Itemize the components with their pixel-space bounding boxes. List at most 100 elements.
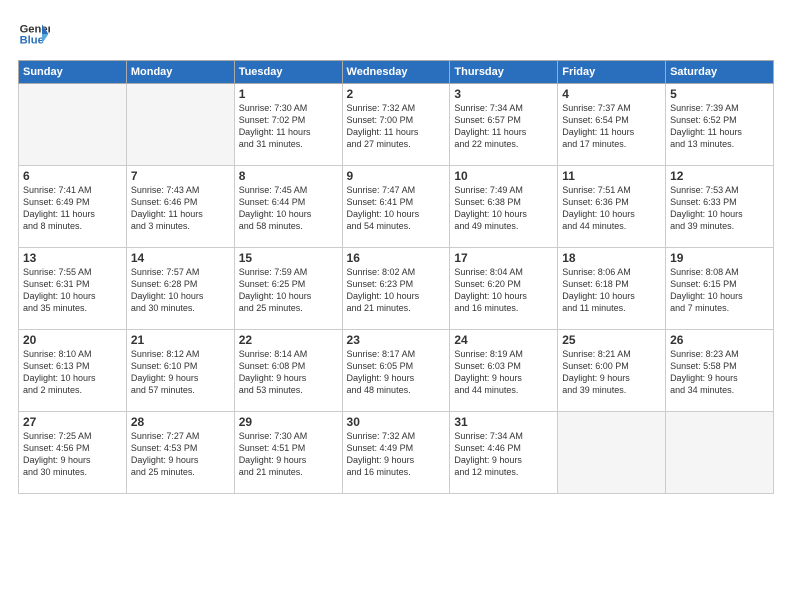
calendar-cell: 7Sunrise: 7:43 AM Sunset: 6:46 PM Daylig… (126, 166, 234, 248)
day-info: Sunrise: 7:30 AM Sunset: 7:02 PM Dayligh… (239, 102, 338, 151)
calendar-cell: 3Sunrise: 7:34 AM Sunset: 6:57 PM Daylig… (450, 84, 558, 166)
day-number: 9 (347, 169, 446, 183)
day-number: 6 (23, 169, 122, 183)
calendar-cell: 12Sunrise: 7:53 AM Sunset: 6:33 PM Dayli… (666, 166, 774, 248)
day-number: 31 (454, 415, 553, 429)
day-info: Sunrise: 7:30 AM Sunset: 4:51 PM Dayligh… (239, 430, 338, 479)
day-number: 24 (454, 333, 553, 347)
day-number: 27 (23, 415, 122, 429)
calendar-cell: 2Sunrise: 7:32 AM Sunset: 7:00 PM Daylig… (342, 84, 450, 166)
calendar-cell: 20Sunrise: 8:10 AM Sunset: 6:13 PM Dayli… (19, 330, 127, 412)
calendar-cell: 16Sunrise: 8:02 AM Sunset: 6:23 PM Dayli… (342, 248, 450, 330)
day-info: Sunrise: 7:57 AM Sunset: 6:28 PM Dayligh… (131, 266, 230, 315)
weekday-header-tuesday: Tuesday (234, 61, 342, 84)
calendar-cell: 24Sunrise: 8:19 AM Sunset: 6:03 PM Dayli… (450, 330, 558, 412)
day-number: 2 (347, 87, 446, 101)
day-info: Sunrise: 8:14 AM Sunset: 6:08 PM Dayligh… (239, 348, 338, 397)
weekday-header-friday: Friday (558, 61, 666, 84)
day-number: 22 (239, 333, 338, 347)
day-number: 7 (131, 169, 230, 183)
day-number: 30 (347, 415, 446, 429)
day-number: 3 (454, 87, 553, 101)
day-info: Sunrise: 8:04 AM Sunset: 6:20 PM Dayligh… (454, 266, 553, 315)
day-number: 16 (347, 251, 446, 265)
day-info: Sunrise: 7:51 AM Sunset: 6:36 PM Dayligh… (562, 184, 661, 233)
day-number: 13 (23, 251, 122, 265)
day-number: 1 (239, 87, 338, 101)
calendar-cell: 13Sunrise: 7:55 AM Sunset: 6:31 PM Dayli… (19, 248, 127, 330)
week-row-4: 20Sunrise: 8:10 AM Sunset: 6:13 PM Dayli… (19, 330, 774, 412)
day-number: 5 (670, 87, 769, 101)
day-info: Sunrise: 8:21 AM Sunset: 6:00 PM Dayligh… (562, 348, 661, 397)
day-number: 28 (131, 415, 230, 429)
calendar-cell (666, 412, 774, 494)
calendar-cell: 6Sunrise: 7:41 AM Sunset: 6:49 PM Daylig… (19, 166, 127, 248)
week-row-5: 27Sunrise: 7:25 AM Sunset: 4:56 PM Dayli… (19, 412, 774, 494)
day-number: 8 (239, 169, 338, 183)
calendar-cell: 17Sunrise: 8:04 AM Sunset: 6:20 PM Dayli… (450, 248, 558, 330)
day-info: Sunrise: 7:25 AM Sunset: 4:56 PM Dayligh… (23, 430, 122, 479)
calendar-cell: 14Sunrise: 7:57 AM Sunset: 6:28 PM Dayli… (126, 248, 234, 330)
calendar-cell: 22Sunrise: 8:14 AM Sunset: 6:08 PM Dayli… (234, 330, 342, 412)
svg-text:Blue: Blue (20, 35, 44, 47)
weekday-header-row: SundayMondayTuesdayWednesdayThursdayFrid… (19, 61, 774, 84)
day-info: Sunrise: 7:37 AM Sunset: 6:54 PM Dayligh… (562, 102, 661, 151)
day-number: 23 (347, 333, 446, 347)
calendar-cell: 26Sunrise: 8:23 AM Sunset: 5:58 PM Dayli… (666, 330, 774, 412)
day-info: Sunrise: 7:59 AM Sunset: 6:25 PM Dayligh… (239, 266, 338, 315)
day-info: Sunrise: 8:10 AM Sunset: 6:13 PM Dayligh… (23, 348, 122, 397)
calendar-cell: 23Sunrise: 8:17 AM Sunset: 6:05 PM Dayli… (342, 330, 450, 412)
day-number: 14 (131, 251, 230, 265)
day-info: Sunrise: 7:43 AM Sunset: 6:46 PM Dayligh… (131, 184, 230, 233)
header: General Blue (18, 18, 774, 50)
day-number: 25 (562, 333, 661, 347)
page: General Blue SundayMondayTuesdayWednesda… (0, 0, 792, 612)
week-row-2: 6Sunrise: 7:41 AM Sunset: 6:49 PM Daylig… (19, 166, 774, 248)
day-info: Sunrise: 7:32 AM Sunset: 4:49 PM Dayligh… (347, 430, 446, 479)
day-number: 10 (454, 169, 553, 183)
calendar-cell: 27Sunrise: 7:25 AM Sunset: 4:56 PM Dayli… (19, 412, 127, 494)
day-number: 19 (670, 251, 769, 265)
day-info: Sunrise: 7:34 AM Sunset: 4:46 PM Dayligh… (454, 430, 553, 479)
day-info: Sunrise: 7:55 AM Sunset: 6:31 PM Dayligh… (23, 266, 122, 315)
day-number: 20 (23, 333, 122, 347)
calendar-cell: 4Sunrise: 7:37 AM Sunset: 6:54 PM Daylig… (558, 84, 666, 166)
calendar-cell (19, 84, 127, 166)
calendar-cell (558, 412, 666, 494)
day-info: Sunrise: 7:53 AM Sunset: 6:33 PM Dayligh… (670, 184, 769, 233)
logo-icon: General Blue (18, 18, 50, 50)
day-info: Sunrise: 7:49 AM Sunset: 6:38 PM Dayligh… (454, 184, 553, 233)
calendar-cell: 18Sunrise: 8:06 AM Sunset: 6:18 PM Dayli… (558, 248, 666, 330)
day-info: Sunrise: 8:12 AM Sunset: 6:10 PM Dayligh… (131, 348, 230, 397)
day-number: 29 (239, 415, 338, 429)
day-number: 21 (131, 333, 230, 347)
day-info: Sunrise: 7:45 AM Sunset: 6:44 PM Dayligh… (239, 184, 338, 233)
calendar-cell (126, 84, 234, 166)
calendar-cell: 5Sunrise: 7:39 AM Sunset: 6:52 PM Daylig… (666, 84, 774, 166)
day-number: 18 (562, 251, 661, 265)
day-info: Sunrise: 8:08 AM Sunset: 6:15 PM Dayligh… (670, 266, 769, 315)
day-number: 11 (562, 169, 661, 183)
day-info: Sunrise: 7:34 AM Sunset: 6:57 PM Dayligh… (454, 102, 553, 151)
calendar-cell: 25Sunrise: 8:21 AM Sunset: 6:00 PM Dayli… (558, 330, 666, 412)
weekday-header-monday: Monday (126, 61, 234, 84)
calendar-cell: 19Sunrise: 8:08 AM Sunset: 6:15 PM Dayli… (666, 248, 774, 330)
calendar-cell: 8Sunrise: 7:45 AM Sunset: 6:44 PM Daylig… (234, 166, 342, 248)
day-number: 26 (670, 333, 769, 347)
calendar-cell: 21Sunrise: 8:12 AM Sunset: 6:10 PM Dayli… (126, 330, 234, 412)
week-row-3: 13Sunrise: 7:55 AM Sunset: 6:31 PM Dayli… (19, 248, 774, 330)
day-info: Sunrise: 7:27 AM Sunset: 4:53 PM Dayligh… (131, 430, 230, 479)
day-info: Sunrise: 8:17 AM Sunset: 6:05 PM Dayligh… (347, 348, 446, 397)
day-info: Sunrise: 7:32 AM Sunset: 7:00 PM Dayligh… (347, 102, 446, 151)
logo: General Blue (18, 18, 50, 50)
calendar-cell: 10Sunrise: 7:49 AM Sunset: 6:38 PM Dayli… (450, 166, 558, 248)
week-row-1: 1Sunrise: 7:30 AM Sunset: 7:02 PM Daylig… (19, 84, 774, 166)
weekday-header-wednesday: Wednesday (342, 61, 450, 84)
calendar-cell: 28Sunrise: 7:27 AM Sunset: 4:53 PM Dayli… (126, 412, 234, 494)
day-number: 12 (670, 169, 769, 183)
calendar: SundayMondayTuesdayWednesdayThursdayFrid… (18, 60, 774, 494)
day-info: Sunrise: 8:19 AM Sunset: 6:03 PM Dayligh… (454, 348, 553, 397)
weekday-header-thursday: Thursday (450, 61, 558, 84)
day-info: Sunrise: 8:23 AM Sunset: 5:58 PM Dayligh… (670, 348, 769, 397)
day-number: 4 (562, 87, 661, 101)
